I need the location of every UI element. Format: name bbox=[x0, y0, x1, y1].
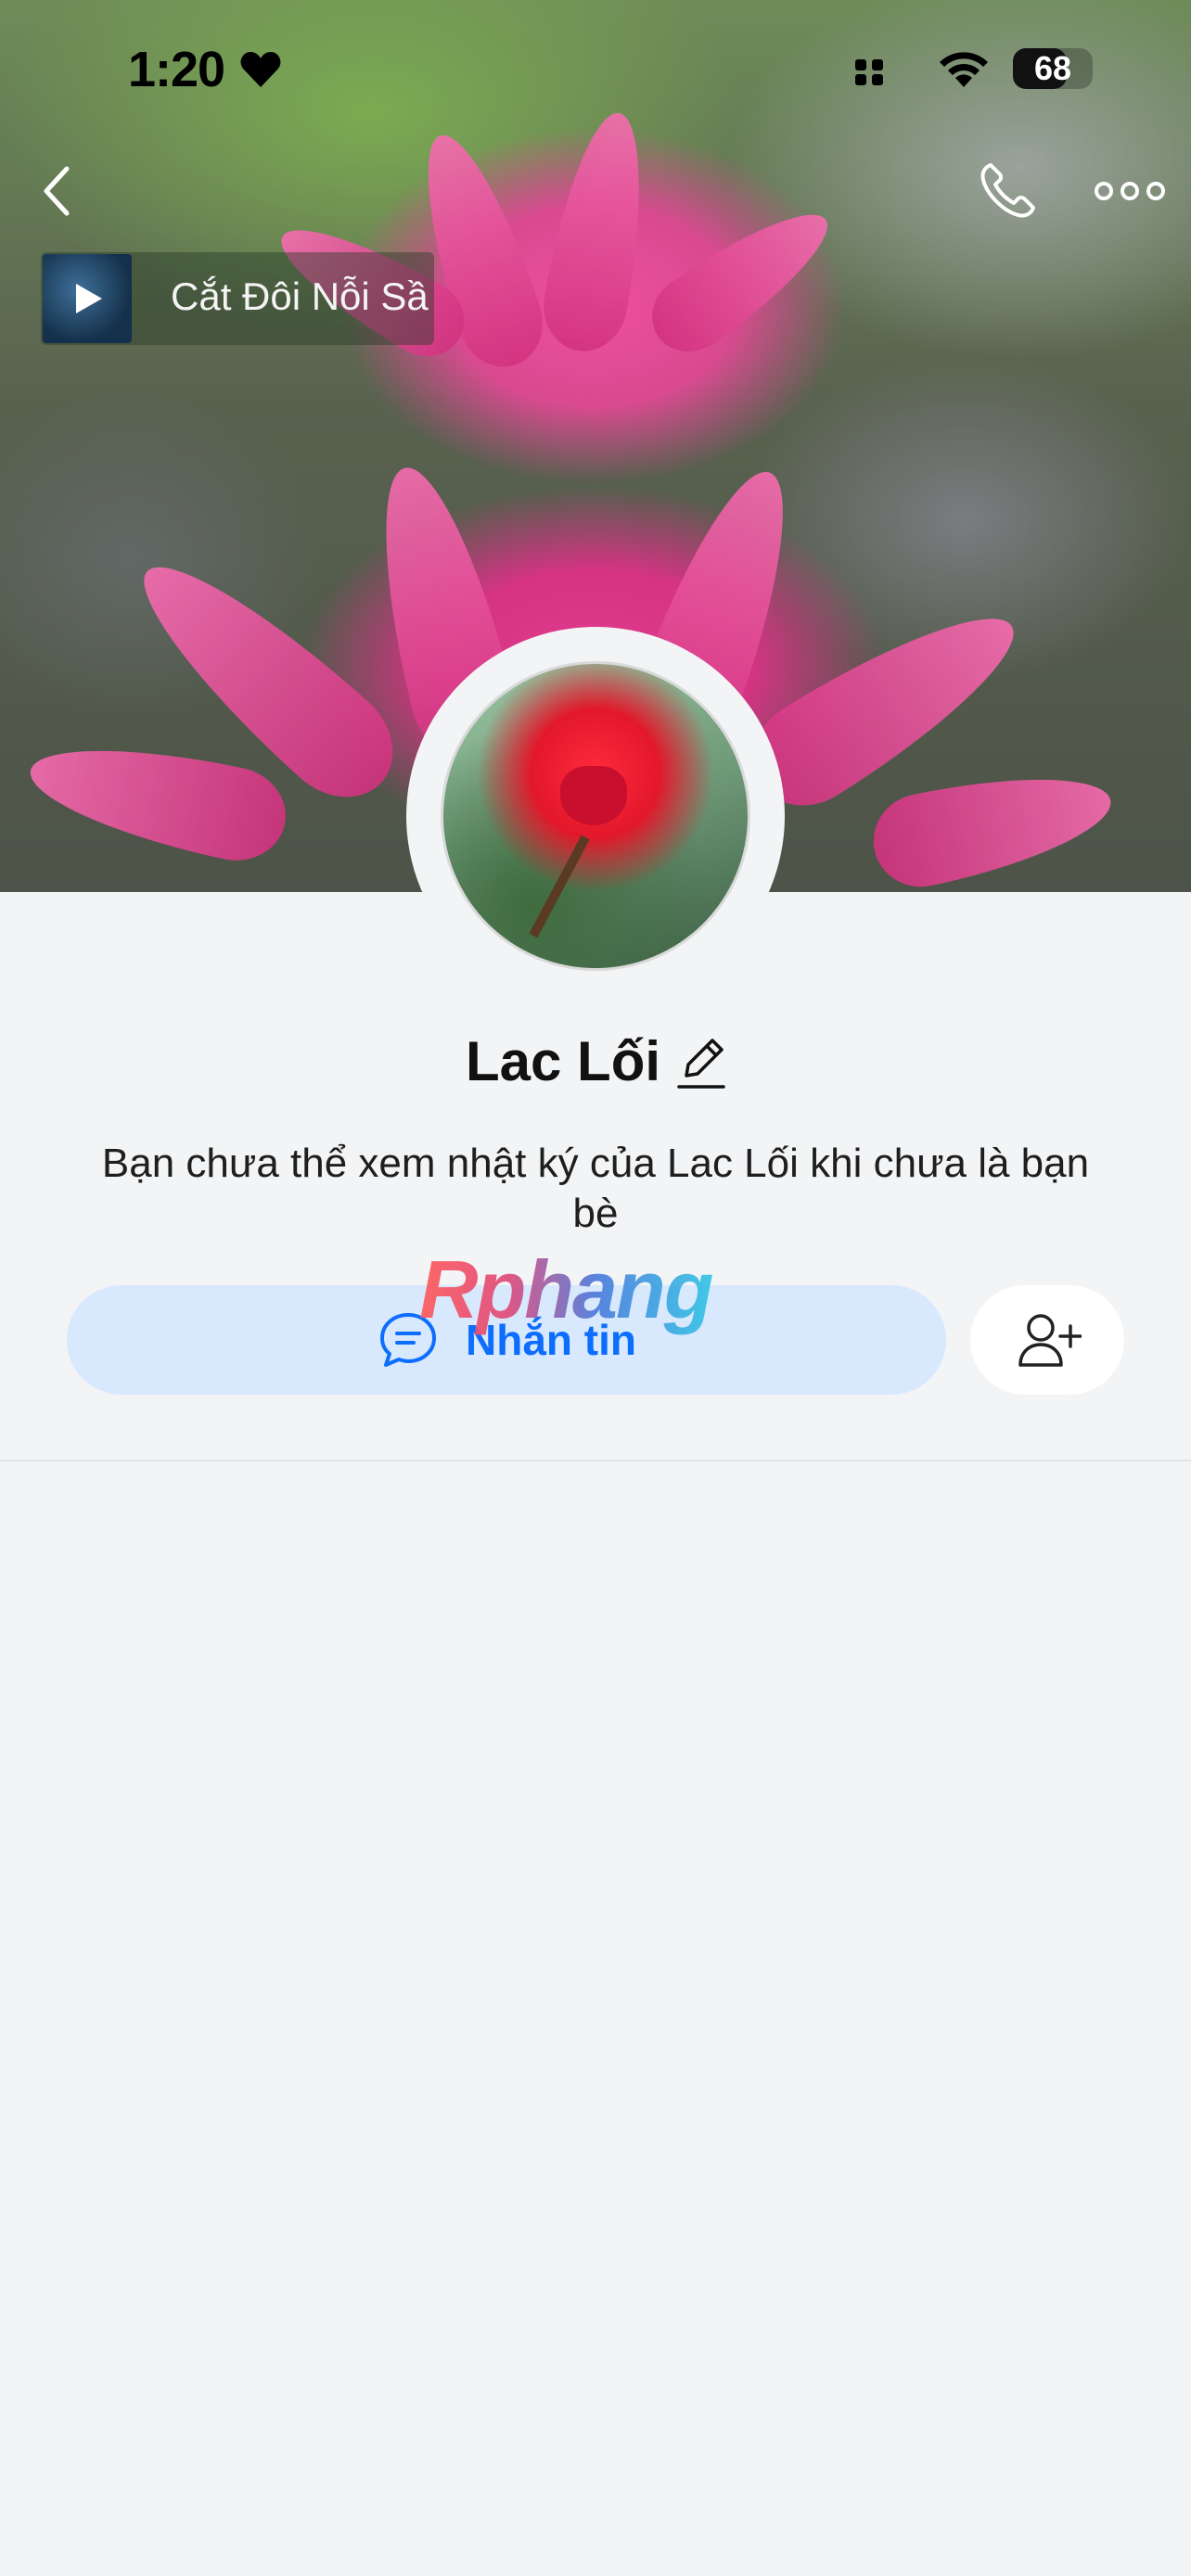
wifi-icon bbox=[940, 52, 988, 87]
battery-level: 68 bbox=[1033, 49, 1072, 87]
avatar[interactable] bbox=[443, 664, 748, 968]
back-icon[interactable] bbox=[35, 163, 78, 219]
diary-privacy-note: Bạn chưa thể xem nhật ký của Lac Lối khi… bbox=[101, 1141, 1090, 1236]
watermark-logo: Rphang bbox=[419, 1243, 714, 1335]
battery-indicator: 68 bbox=[1013, 48, 1093, 89]
avatar-flower bbox=[560, 766, 627, 825]
more-icon[interactable] bbox=[1095, 172, 1165, 210]
play-icon[interactable] bbox=[69, 280, 106, 317]
status-bar: 1:20 68 bbox=[0, 0, 1191, 139]
profile-name: Lac Lối bbox=[465, 1030, 661, 1092]
cellular-icon bbox=[855, 59, 883, 85]
heart-icon bbox=[240, 52, 281, 87]
music-thumbnail bbox=[43, 254, 132, 343]
music-title: Cắt Đôi Nỗi Sầ bbox=[171, 274, 429, 318]
add-friend-button[interactable] bbox=[970, 1285, 1124, 1395]
status-time: 1:20 bbox=[128, 42, 225, 97]
edit-name-icon[interactable] bbox=[675, 1035, 727, 1090]
add-friend-icon bbox=[1018, 1314, 1082, 1367]
phone-icon[interactable] bbox=[976, 159, 1039, 223]
profile-music-player[interactable]: Cắt Đôi Nỗi Sầ bbox=[41, 252, 434, 345]
avatar-stem bbox=[529, 835, 590, 938]
section-divider bbox=[0, 1460, 1191, 1461]
